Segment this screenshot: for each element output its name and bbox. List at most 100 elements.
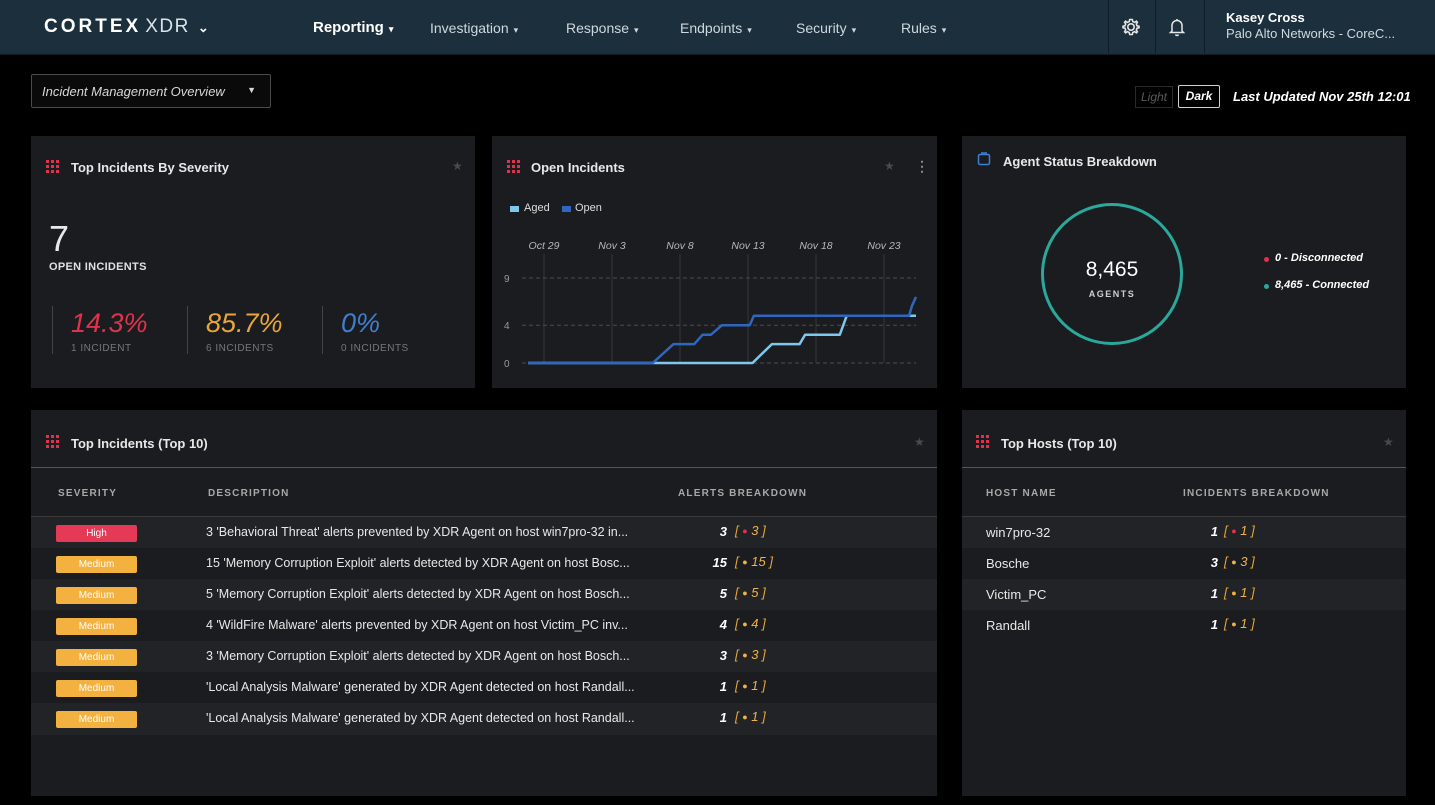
table-row[interactable]: win7pro-32 1[ ● 1 ] xyxy=(962,517,1406,549)
nav-label: Security xyxy=(796,20,847,36)
alert-breakdown-value: 5 xyxy=(751,585,759,600)
incident-breakdown-value: 1 xyxy=(1240,523,1248,538)
column-header-incidents[interactable]: INCIDENTS BREAKDOWN xyxy=(1183,488,1330,499)
grid-icon xyxy=(46,435,59,448)
severity-badge: Medium xyxy=(56,711,137,728)
table-row[interactable]: Medium 3 'Memory Corruption Exploit' aler… xyxy=(31,641,937,673)
nav-label: Rules xyxy=(901,20,937,36)
column-header-severity[interactable]: SEVERITY xyxy=(58,488,117,499)
incident-breakdown: [ ● 1 ] xyxy=(1224,523,1255,538)
severity-block-medium[interactable]: 85.7% 6 INCIDENTS xyxy=(187,306,317,354)
table-row[interactable]: Randall 1[ ● 1 ] xyxy=(962,610,1406,642)
dashboard-select[interactable]: Incident Management Overview ▼ xyxy=(31,74,271,108)
severity-count: 1 INCIDENT xyxy=(71,343,132,354)
caret-down-icon: ▾ xyxy=(747,25,752,35)
table-row[interactable]: Medium 'Local Analysis Malware' generated… xyxy=(31,703,937,735)
severity-badge: Medium xyxy=(56,618,137,635)
incident-breakdown: [ ● 1 ] xyxy=(1224,616,1255,631)
legend-swatch-aged xyxy=(510,206,519,212)
gear-icon[interactable] xyxy=(1118,14,1144,40)
host-name: Randall xyxy=(986,618,1031,633)
incident-breakdown: [ ● 3 ] xyxy=(1224,554,1255,569)
theme-dark-button[interactable]: Dark xyxy=(1178,85,1220,108)
severity-dot: ● xyxy=(1231,619,1237,629)
alert-breakdown: [ ● 1 ] xyxy=(735,678,766,693)
table-row[interactable]: Medium 5 'Memory Corruption Exploit' aler… xyxy=(31,579,937,611)
legend-swatch-open xyxy=(562,206,571,212)
severity-dot: ● xyxy=(742,681,748,691)
star-icon[interactable]: ★ xyxy=(1383,435,1394,449)
severity-badge: Medium xyxy=(56,587,137,604)
table-row[interactable]: Victim_PC 1[ ● 1 ] xyxy=(962,579,1406,611)
table-row[interactable]: Medium 'Local Analysis Malware' generated… xyxy=(31,672,937,704)
severity-block-low[interactable]: 0% 0 INCIDENTS xyxy=(322,306,452,354)
x-tick-label: Nov 3 xyxy=(598,240,626,252)
nav-item-reporting[interactable]: Reporting ▾ xyxy=(313,19,393,36)
host-name: Victim_PC xyxy=(986,587,1047,602)
nav-item-response[interactable]: Response ▾ xyxy=(566,20,639,36)
user-name[interactable]: Kasey Cross xyxy=(1226,10,1305,25)
alert-breakdown: [ ● 4 ] xyxy=(735,616,766,631)
severity-count: 6 INCIDENTS xyxy=(206,343,274,354)
legend-disconnected: 0 - Disconnected xyxy=(1275,252,1364,264)
alert-breakdown: [ ● 3 ] xyxy=(735,647,766,662)
y-tick-label: 4 xyxy=(504,321,510,332)
table-row[interactable]: Bosche 3[ ● 3 ] xyxy=(962,548,1406,580)
severity-badge: High xyxy=(56,525,137,542)
theme-light-button[interactable]: Light xyxy=(1135,86,1173,108)
nav-item-security[interactable]: Security ▾ xyxy=(796,20,856,36)
series-line-open xyxy=(528,296,918,365)
legend-connected: 8,465 - Connected xyxy=(1275,279,1370,291)
severity-dot: ● xyxy=(742,526,748,536)
x-tick-label: Nov 23 xyxy=(867,240,900,252)
nav-label: Reporting xyxy=(313,19,384,36)
severity-percent: 85.7% xyxy=(206,308,283,338)
divider xyxy=(31,467,937,468)
user-org[interactable]: Palo Alto Networks - CoreC... xyxy=(1226,26,1395,41)
alert-breakdown-value: 4 xyxy=(751,616,759,631)
severity-block-high[interactable]: 14.3% 1 INCIDENT xyxy=(52,306,182,354)
star-icon[interactable]: ★ xyxy=(914,435,925,449)
alert-count: 3 xyxy=(719,648,727,663)
legend-dot-disconnected xyxy=(1264,257,1269,262)
nav-item-rules[interactable]: Rules ▾ xyxy=(901,20,946,36)
agent-total: 8,465 xyxy=(1085,258,1139,281)
grid-icon xyxy=(46,160,59,173)
brand-logo: CORTEX xyxy=(44,16,142,37)
incident-breakdown: [ ● 1 ] xyxy=(1224,585,1255,600)
table-row[interactable]: Medium 4 'WildFire Malware' alerts preven… xyxy=(31,610,937,642)
product-switcher[interactable]: CORTEX XDR ⌄ xyxy=(44,16,209,38)
incident-description: 3 'Behavioral Threat' alerts prevented b… xyxy=(206,525,629,539)
alert-count: 1 xyxy=(719,710,727,725)
legend-label-aged: Aged xyxy=(524,202,550,214)
y-tick-label: 0 xyxy=(504,359,510,370)
severity-count: 0 INCIDENTS xyxy=(341,343,409,354)
panel-title: Top Hosts (Top 10) xyxy=(1001,436,1117,451)
star-icon[interactable]: ★ xyxy=(452,159,463,173)
nav-divider xyxy=(1108,0,1109,55)
x-tick-label: Nov 13 xyxy=(731,240,764,252)
severity-percent: 0% xyxy=(341,308,381,338)
table-row[interactable]: Medium 15 'Memory Corruption Exploit' ale… xyxy=(31,548,937,580)
alert-count: 4 xyxy=(719,617,727,632)
nav-item-investigation[interactable]: Investigation ▾ xyxy=(430,20,518,36)
star-icon[interactable]: ★ xyxy=(884,159,895,173)
column-header-alerts[interactable]: ALERTS BREAKDOWN xyxy=(678,488,807,499)
bell-icon[interactable] xyxy=(1164,14,1190,40)
caret-down-icon: ▾ xyxy=(634,25,639,35)
alert-count: 5 xyxy=(719,586,727,601)
severity-badge: Medium xyxy=(56,649,137,666)
alert-breakdown: [ ● 15 ] xyxy=(735,554,773,569)
nav-item-endpoints[interactable]: Endpoints ▾ xyxy=(680,20,752,36)
nav-label: Response xyxy=(566,20,630,36)
alert-breakdown-value: 1 xyxy=(751,678,759,693)
table-row[interactable]: High 3 'Behavioral Threat' alerts prevent… xyxy=(31,517,937,549)
more-menu-icon[interactable]: ⋮ xyxy=(915,158,929,175)
column-header-host[interactable]: HOST NAME xyxy=(986,488,1057,499)
column-header-description[interactable]: DESCRIPTION xyxy=(208,488,290,499)
nav-divider xyxy=(1204,0,1205,55)
incident-description: 5 'Memory Corruption Exploit' alerts det… xyxy=(206,587,630,601)
nav-label: Endpoints xyxy=(680,20,743,36)
severity-dot: ● xyxy=(742,619,748,629)
severity-dot: ● xyxy=(742,557,748,567)
